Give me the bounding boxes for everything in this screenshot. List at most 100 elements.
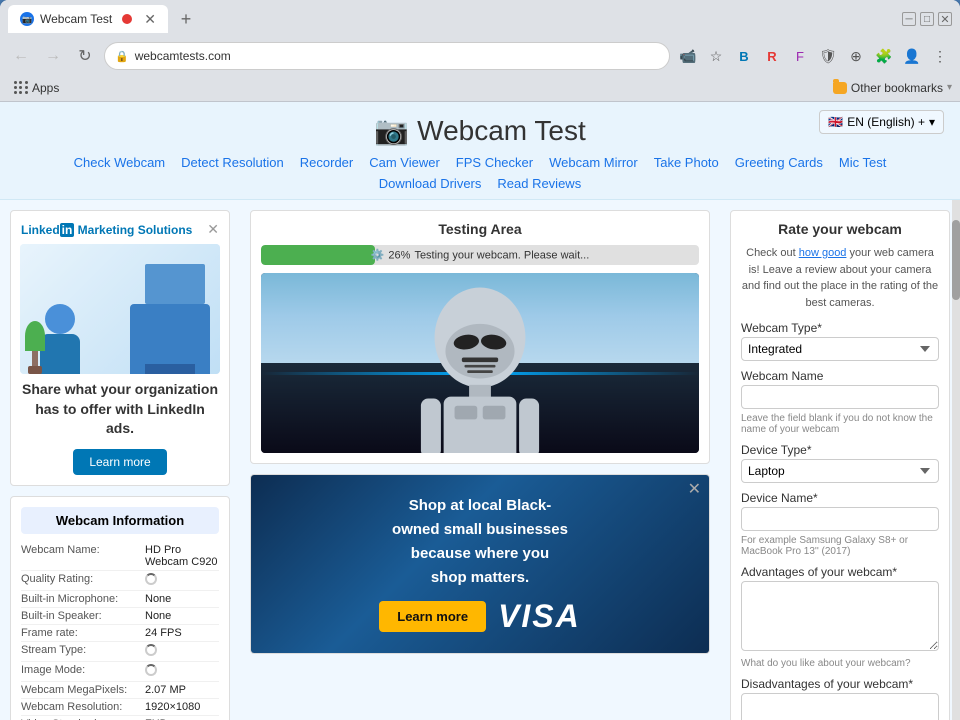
- info-value-imagemode: [145, 664, 157, 679]
- device-type-label: Device Type*: [741, 443, 939, 457]
- progress-bar-container: ⚙️ 26% Testing your webcam. Please wait.…: [261, 245, 699, 265]
- extension-icon[interactable]: B: [732, 44, 756, 68]
- tab-close-button[interactable]: ✕: [144, 11, 156, 28]
- tab-title: Webcam Test: [40, 12, 112, 26]
- apps-label: Apps: [32, 81, 59, 95]
- info-row-imagemode: Image Mode:: [21, 662, 219, 682]
- chevron-down-icon: ▾: [947, 82, 952, 93]
- person-body: [40, 334, 80, 374]
- ad-header: Linkedin Marketing Solutions ✕: [21, 221, 219, 238]
- info-label-resolution: Webcam Resolution:: [21, 701, 141, 713]
- progress-message: Testing your webcam. Please wait...: [414, 249, 589, 261]
- nav-links-row1: Check Webcam Detect Resolution Recorder …: [0, 155, 960, 170]
- lang-label: EN (English) +: [847, 115, 925, 129]
- apps-button[interactable]: Apps: [8, 79, 65, 97]
- menu-icon[interactable]: ⋮: [928, 44, 952, 68]
- extension2-icon[interactable]: R: [760, 44, 784, 68]
- info-row-megapixels: Webcam MegaPixels: 2.07 MP: [21, 682, 219, 699]
- profile-avatar[interactable]: 👤: [900, 44, 924, 68]
- rate-desc-link[interactable]: how good: [799, 247, 847, 259]
- plant-pot: [28, 366, 42, 374]
- webcam-emoji-icon: 📷: [374, 114, 409, 147]
- webcam-name-input[interactable]: [741, 385, 939, 409]
- info-row-resolution: Webcam Resolution: 1920×1080: [21, 699, 219, 716]
- rate-desc: Check out how good your web camera is! L…: [741, 245, 939, 311]
- device-type-select[interactable]: Laptop Desktop Tablet Phone: [741, 459, 939, 483]
- ad2-text: Shop at local Black- owned small busines…: [392, 494, 568, 590]
- rate-webcam-box: Rate your webcam Check out how good your…: [730, 210, 950, 720]
- ad2-line1: Shop at local Black-: [392, 494, 568, 518]
- info-label-quality: Quality Rating:: [21, 573, 141, 588]
- webcam-preview: [261, 273, 699, 453]
- url-bar[interactable]: 🔒 webcamtests.com: [104, 42, 670, 70]
- nav-recorder[interactable]: Recorder: [300, 155, 353, 170]
- nav-greeting-cards[interactable]: Greeting Cards: [735, 155, 823, 170]
- nav-webcam-mirror[interactable]: Webcam Mirror: [549, 155, 638, 170]
- minimize-button[interactable]: ─: [902, 12, 916, 26]
- ad2-bottom: Learn more VISA: [379, 598, 581, 635]
- window-controls: ─ □ ✕: [902, 12, 952, 26]
- webcam-info-box: Webcam Information Webcam Name: HD Pro W…: [10, 496, 230, 720]
- nav-cam-viewer[interactable]: Cam Viewer: [369, 155, 440, 170]
- maximize-button[interactable]: □: [920, 12, 934, 26]
- main-content: Testing Area ⚙️ 26% Testing your webcam.…: [240, 200, 720, 720]
- nav-download-drivers[interactable]: Download Drivers: [379, 176, 482, 191]
- apps-grid-icon: [14, 81, 28, 94]
- ad-close-icon[interactable]: ✕: [207, 221, 219, 238]
- ad-content: Share what your organization has to offe…: [21, 244, 219, 475]
- advantages-textarea[interactable]: [741, 581, 939, 651]
- nav-check-webcam[interactable]: Check Webcam: [74, 155, 166, 170]
- progress-pct: 26%: [388, 249, 410, 261]
- toolbar-icons: 📹 ☆ B R F 🛡 ⊕ 🧩 👤 ⋮: [676, 44, 952, 68]
- device-name-input[interactable]: [741, 507, 939, 531]
- reload-button[interactable]: ↻: [72, 43, 98, 69]
- plant-leaves: [25, 321, 45, 351]
- extension4-icon[interactable]: 🛡: [816, 44, 840, 68]
- webcam-type-label: Webcam Type*: [741, 321, 939, 335]
- advantages-hint: What do you like about your webcam?: [741, 658, 939, 669]
- extension3-icon[interactable]: F: [788, 44, 812, 68]
- nav-detect-resolution[interactable]: Detect Resolution: [181, 155, 284, 170]
- forward-button[interactable]: →: [40, 43, 66, 69]
- lang-chevron-icon: ▾: [929, 115, 935, 129]
- video-icon[interactable]: 📹: [676, 44, 700, 68]
- extensions-icon[interactable]: 🧩: [872, 44, 896, 68]
- monitor-base: [145, 364, 195, 374]
- back-button[interactable]: ←: [8, 43, 34, 69]
- nav-fps-checker[interactable]: FPS Checker: [456, 155, 533, 170]
- person-head: [45, 304, 75, 334]
- scroll-thumb[interactable]: [952, 220, 960, 300]
- nav-mic-test[interactable]: Mic Test: [839, 155, 886, 170]
- linkedin-logo: Linkedin Marketing Solutions: [21, 223, 192, 237]
- active-tab[interactable]: 📷 Webcam Test ✕: [8, 5, 168, 33]
- extension5-icon[interactable]: ⊕: [844, 44, 868, 68]
- device-name-hint: For example Samsung Galaxy S8+ or MacBoo…: [741, 535, 939, 557]
- rate-desc-start: Check out: [746, 247, 799, 259]
- nav-take-photo[interactable]: Take Photo: [654, 155, 719, 170]
- info-label-framerate: Frame rate:: [21, 627, 141, 639]
- ad-learn-more-button[interactable]: Learn more: [73, 449, 166, 475]
- disadvantages-textarea[interactable]: [741, 693, 939, 720]
- progress-bar: [261, 245, 375, 265]
- nav-read-reviews[interactable]: Read Reviews: [497, 176, 581, 191]
- language-selector[interactable]: 🇬🇧 EN (English) + ▾: [819, 110, 944, 134]
- info-label-name: Webcam Name:: [21, 544, 141, 568]
- folder-icon: [833, 82, 847, 94]
- new-tab-button[interactable]: +: [172, 5, 200, 33]
- info-value-resolution: 1920×1080: [145, 701, 200, 713]
- bookmarks-bar: Apps Other bookmarks ▾: [0, 74, 960, 102]
- info-row-videostandard: Video Standard: FHD: [21, 716, 219, 720]
- plant-stem: [32, 351, 38, 366]
- star-icon[interactable]: ☆: [704, 44, 728, 68]
- webcam-type-select[interactable]: Integrated External USB IP Camera: [741, 337, 939, 361]
- ad2-learn-more-button[interactable]: Learn more: [379, 601, 486, 632]
- info-value-streamtype: [145, 644, 157, 659]
- info-row-quality: Quality Rating:: [21, 571, 219, 591]
- ad2-close-icon[interactable]: ✕: [688, 479, 701, 499]
- recording-indicator: [122, 14, 132, 24]
- close-button[interactable]: ✕: [938, 12, 952, 26]
- info-row-speaker: Built-in Speaker: None: [21, 608, 219, 625]
- stream-spinner: [145, 644, 157, 656]
- address-bar: ← → ↻ 🔒 webcamtests.com 📹 ☆ B R F 🛡 ⊕ 🧩 …: [0, 38, 960, 74]
- other-bookmarks[interactable]: Other bookmarks ▾: [833, 81, 952, 95]
